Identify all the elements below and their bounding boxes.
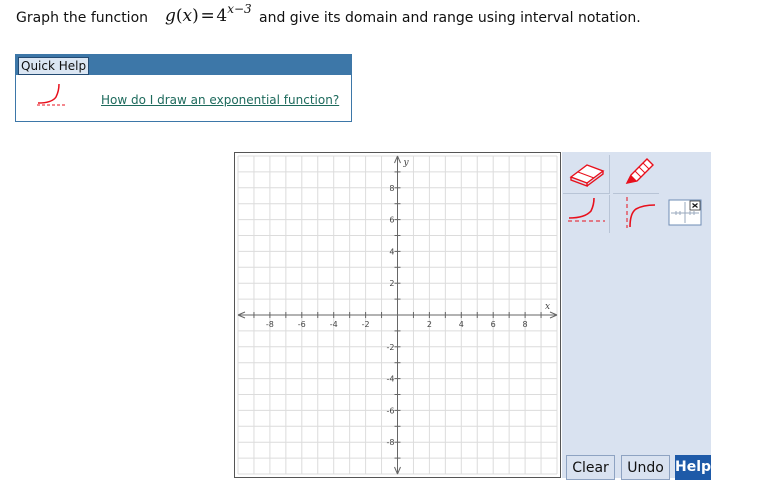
exponential-help-link[interactable]: How do I draw an exponential function?: [101, 93, 339, 107]
exponential-curve-icon: [36, 83, 68, 111]
y-tick-label: -8: [387, 438, 395, 447]
x-tick-label: -6: [298, 320, 306, 329]
x-tick-label: -4: [330, 320, 338, 329]
help-button[interactable]: Help: [675, 455, 711, 480]
exponential-tool-icon: [565, 195, 607, 233]
x-tick-label: -2: [362, 320, 370, 329]
quick-help-panel: Quick Help How do I draw an exponential …: [15, 54, 352, 122]
y-tick-label: -2: [387, 343, 395, 352]
logarithmic-tool-icon: [615, 195, 657, 233]
eraser-tool[interactable]: [563, 155, 610, 194]
eraser-icon: [565, 155, 607, 193]
clear-button[interactable]: Clear: [566, 455, 615, 480]
pencil-tool[interactable]: [613, 155, 659, 194]
x-tick-label: 4: [459, 320, 464, 329]
function-expression: g(x) = 4x−3: [165, 2, 252, 26]
exponential-tool[interactable]: [563, 195, 610, 233]
x-axis-label: x: [545, 302, 550, 312]
x-tick-label: 6: [491, 320, 496, 329]
x-tick-label: -8: [266, 320, 274, 329]
pencil-icon: [615, 155, 657, 193]
question-prefix: Graph the function: [16, 10, 149, 26]
quick-help-header: Quick Help: [16, 55, 351, 75]
x-tick-label: 8: [523, 320, 528, 329]
y-tick-label: 4: [389, 247, 394, 256]
question-prompt: Graph the function g(x) = 4x−3 and give …: [14, 2, 774, 30]
x-tick-label: 2: [427, 320, 432, 329]
question-suffix: and give its domain and range using inte…: [259, 10, 641, 26]
y-tick-label: -4: [387, 375, 395, 384]
y-tick-label: 6: [389, 216, 394, 225]
interval-answer-icon: [664, 195, 706, 233]
graph-tool-panel: [562, 152, 711, 478]
logarithmic-tool[interactable]: [613, 195, 659, 233]
y-tick-label: -6: [387, 406, 395, 415]
interval-answer-tool[interactable]: [662, 195, 708, 233]
y-tick-label: 8: [389, 184, 394, 193]
graph-canvas[interactable]: -8 -6 -4 -2 2 4 6 8 8 6 4 2 -2 -4 -6 -8 x y: [234, 152, 561, 478]
y-tick-label: 2: [389, 279, 394, 288]
undo-button[interactable]: Undo: [621, 455, 670, 480]
quick-help-tab[interactable]: Quick Help: [18, 57, 90, 75]
y-axis-label: y: [403, 158, 410, 168]
